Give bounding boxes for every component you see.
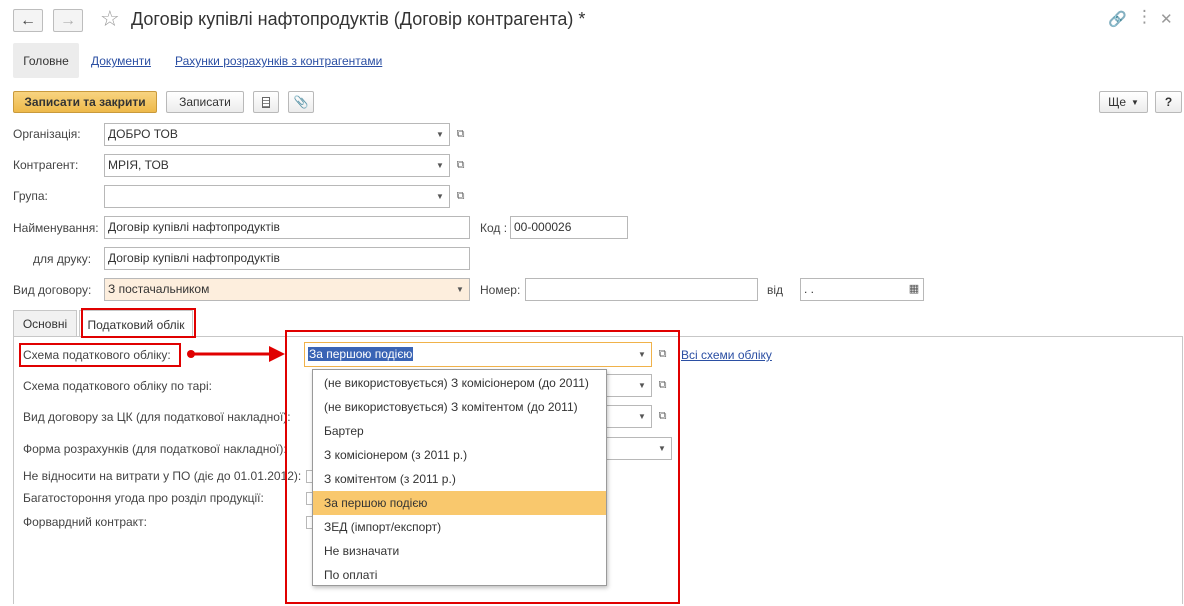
forward-label: Форвардний контракт: [23, 515, 147, 529]
counterparty-value: МРІЯ, ТОВ [108, 158, 169, 172]
number-label: Номер: [480, 283, 521, 297]
counterparty-field[interactable]: МРІЯ, ТОВ ▼ [104, 154, 450, 177]
more-vertical-icon[interactable]: ⋮ [1136, 7, 1153, 27]
more-button[interactable]: Ще ▼ [1099, 91, 1148, 113]
tab-basic[interactable]: Основні [13, 310, 77, 337]
open-icon[interactable]: ⧉ [452, 185, 469, 208]
save-button[interactable]: Записати [166, 91, 244, 113]
chevron-down-icon[interactable]: ▼ [451, 279, 469, 300]
chevron-down-icon: ▼ [1131, 97, 1139, 107]
date-value: . . [804, 282, 815, 296]
link-icon[interactable]: 🔗 [1108, 10, 1127, 28]
date-label: від [767, 283, 784, 297]
favorite-star-icon[interactable]: ☆ [100, 6, 120, 32]
counterparty-label: Контрагент: [13, 158, 79, 172]
annotation-box-label [19, 343, 181, 367]
code-label: Код : [480, 221, 508, 235]
chevron-down-icon[interactable]: ▼ [431, 186, 449, 207]
report-button[interactable] [253, 91, 279, 113]
open-icon[interactable]: ⧉ [452, 154, 469, 177]
name-field[interactable]: Договір купівлі нафтопродуктів [104, 216, 470, 239]
name-label: Найменування: [13, 221, 99, 235]
multilateral-label: Багатостороння угода про розділ продукці… [23, 491, 264, 505]
no-expense-label: Не відносити на витрати у ПО (діє до 01.… [23, 469, 302, 483]
ck-type-label: Вид договору за ЦК (для податкової накла… [23, 410, 291, 424]
date-field[interactable]: . . ▦ [800, 278, 924, 301]
arrow-left-icon: ← [20, 11, 36, 29]
calendar-icon[interactable]: ▦ [905, 279, 923, 300]
tab-documents[interactable]: Документи [91, 54, 151, 68]
group-field[interactable]: ▼ [104, 185, 450, 208]
back-button[interactable]: ← [13, 9, 43, 32]
annotation-box-tab [81, 308, 196, 338]
contract-type-value: З постачальником [108, 282, 210, 296]
tare-scheme-label: Схема податкового обліку по тарі: [23, 379, 212, 393]
chevron-down-icon[interactable]: ▼ [431, 155, 449, 176]
organization-value: ДОБРО ТОВ [108, 127, 178, 141]
forward-button[interactable]: → [53, 9, 83, 32]
code-field[interactable]: 00-000026 [510, 216, 628, 239]
paperclip-icon: 📎 [293, 95, 309, 109]
save-close-button[interactable]: Записати та закрити [13, 91, 157, 113]
number-field[interactable] [525, 278, 758, 301]
organization-label: Організація: [13, 127, 81, 141]
attach-button[interactable]: 📎 [288, 91, 314, 113]
print-name-field[interactable]: Договір купівлі нафтопродуктів [104, 247, 470, 270]
print-name-label: для друку: [33, 252, 92, 266]
arrow-right-icon: → [60, 11, 76, 29]
all-schemes-link[interactable]: Всі схеми обліку [681, 348, 772, 362]
tab-accounts[interactable]: Рахунки розрахунків з контрагентами [175, 54, 382, 68]
contract-type-field[interactable]: З постачальником ▼ [104, 278, 470, 301]
document-icon [262, 96, 270, 108]
help-button[interactable]: ? [1155, 91, 1182, 113]
window-title: Договір купівлі нафтопродуктів (Договір … [131, 9, 586, 29]
chevron-down-icon[interactable]: ▼ [431, 124, 449, 145]
organization-field[interactable]: ДОБРО ТОВ ▼ [104, 123, 450, 146]
annotation-arrow [187, 346, 285, 362]
payment-form-label: Форма розрахунків (для податкової наклад… [23, 442, 287, 456]
close-icon[interactable]: ✕ [1160, 10, 1173, 28]
tab-main[interactable]: Головне [13, 43, 79, 78]
group-label: Група: [13, 189, 48, 203]
contract-type-label: Вид договору: [13, 283, 92, 297]
more-label: Ще [1108, 95, 1126, 109]
annotation-box-dropdown [285, 330, 680, 604]
open-icon[interactable]: ⧉ [452, 123, 469, 146]
